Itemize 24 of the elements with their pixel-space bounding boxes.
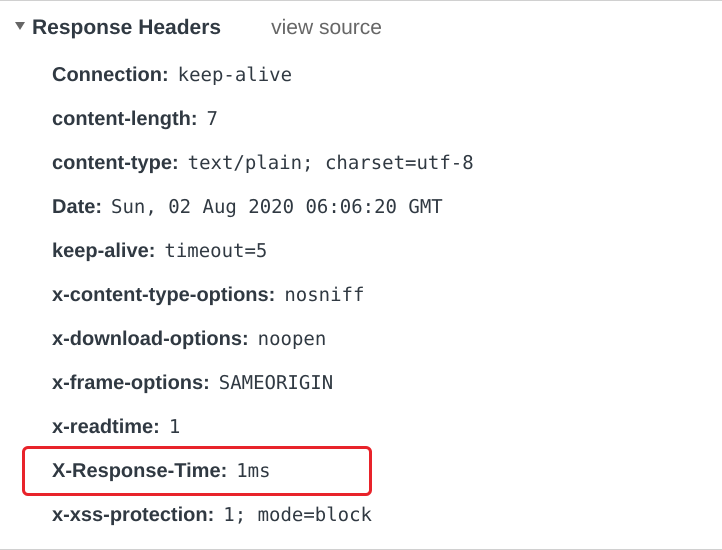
header-name: x-content-type-options:: [52, 283, 276, 308]
header-name: content-length:: [52, 107, 198, 132]
header-name: Connection:: [52, 63, 169, 88]
header-name: x-frame-options:: [52, 371, 210, 396]
header-name: x-xss-protection:: [52, 503, 214, 528]
header-value: noopen: [258, 326, 326, 352]
header-value: SAMEORIGIN: [218, 370, 334, 396]
header-name: x-download-options:: [52, 327, 249, 352]
header-name: keep-alive:: [52, 239, 156, 264]
header-value: 1; mode=block: [223, 502, 372, 528]
view-source-link[interactable]: view source: [271, 12, 382, 44]
header-value: nosniff: [284, 282, 364, 308]
header-name: x-readtime:: [52, 415, 160, 440]
header-name: content-type:: [52, 151, 179, 176]
header-value: Sun, 02 Aug 2020 06:06:20 GMT: [111, 194, 443, 220]
header-value: text/plain; charset=utf-8: [188, 150, 474, 176]
header-name: Date:: [52, 195, 102, 220]
header-name: X-Response-Time:: [52, 459, 228, 484]
header-value: 7: [206, 106, 218, 132]
header-value: keep-alive: [178, 62, 292, 88]
header-value: 1: [168, 414, 180, 440]
header-value: 1ms: [236, 458, 271, 484]
header-value: timeout=5: [164, 238, 268, 264]
section-title: Response Headers: [32, 15, 222, 42]
